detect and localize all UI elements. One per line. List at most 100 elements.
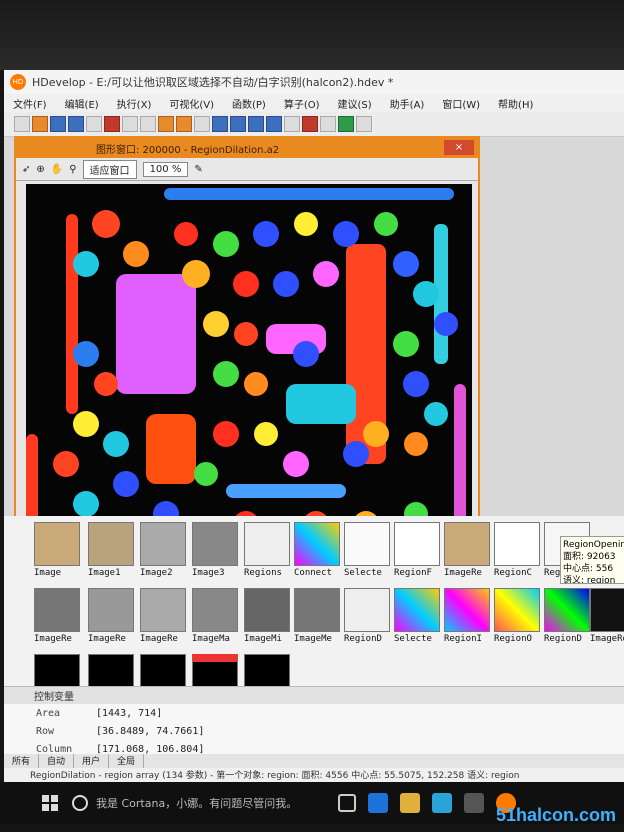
step-into-icon[interactable] (248, 116, 264, 132)
gallery-thumb[interactable]: ImageRe (88, 588, 134, 650)
title-bar[interactable]: HD HDevelop - E:/可以让他识取区域选择不自动/白字识别(halc… (4, 70, 624, 94)
gallery-thumb[interactable]: Image2 (140, 522, 186, 584)
gallery-thumb[interactable]: Regions (244, 522, 290, 584)
gallery-thumb[interactable]: Image3 (192, 522, 238, 584)
print-icon[interactable] (86, 116, 102, 132)
thumb-image (590, 588, 624, 632)
app-icon[interactable] (464, 793, 484, 813)
gallery-thumb[interactable]: RegionO (494, 588, 540, 650)
gallery-thumb[interactable]: Selecte (344, 522, 390, 584)
thumb-label: RegionC (494, 568, 532, 578)
redo-icon[interactable] (176, 116, 192, 132)
region-bar (226, 484, 346, 498)
gallery-thumb[interactable]: ImageRe (444, 522, 490, 584)
edge-icon[interactable] (368, 793, 388, 813)
region-blob (92, 210, 120, 238)
file-explorer-icon[interactable] (400, 793, 420, 813)
tab-all[interactable]: 所有 (4, 754, 40, 768)
paint-icon[interactable]: ✎ (194, 164, 202, 175)
menu-help[interactable]: 帮助(H) (489, 96, 542, 111)
variable-row[interactable]: Row [36.8489, 74.7661] (4, 722, 624, 740)
cortana-search[interactable]: 我是 Cortana，小娜。有问题尽管问我。 (72, 791, 332, 815)
region-tooltip: RegionOpening 面积: 92063 中心点: 556 语义: reg… (560, 536, 624, 584)
variable-name: Column (36, 743, 73, 755)
pointer-icon[interactable]: ➶ (22, 164, 30, 175)
region-bar (66, 214, 78, 414)
breakpoint-icon[interactable] (320, 116, 336, 132)
variable-tabs: 所有 自动 用户 全局 (4, 754, 624, 768)
paste-icon[interactable] (140, 116, 156, 132)
tab-auto[interactable]: 自动 (39, 754, 75, 768)
menu-procedures[interactable]: 函数(P) (223, 96, 275, 111)
menu-assistants[interactable]: 助手(A) (381, 96, 434, 111)
save-all-icon[interactable] (68, 116, 84, 132)
gallery-thumb[interactable]: RegionC (494, 522, 540, 584)
gallery-thumb[interactable]: ImageMa (192, 588, 238, 650)
run-icon[interactable] (212, 116, 228, 132)
open-file-icon[interactable] (32, 116, 48, 132)
gallery-thumb[interactable]: Image1 (88, 522, 134, 584)
fit-window-select[interactable]: 适应窗口 (82, 159, 137, 179)
region-blob (403, 371, 429, 397)
menu-file[interactable]: 文件(F) (4, 96, 56, 111)
settings-icon[interactable] (356, 116, 372, 132)
gallery-thumb[interactable]: Image (34, 522, 80, 584)
undo-icon[interactable] (158, 116, 174, 132)
reset-icon[interactable] (302, 116, 318, 132)
region-blob (424, 402, 448, 426)
step-out-icon[interactable] (266, 116, 282, 132)
menu-edit[interactable]: 编辑(E) (56, 96, 108, 111)
monitor-bezel (0, 0, 624, 70)
menu-operators[interactable]: 算子(O) (275, 96, 329, 111)
zoom-in-icon[interactable]: ⊕ (36, 164, 44, 175)
stop-icon[interactable] (284, 116, 300, 132)
gallery-thumb[interactable]: Selecte (394, 588, 440, 650)
gallery-thumb[interactable]: RegionD (544, 588, 590, 650)
thumb-image (444, 522, 490, 566)
gallery-thumb[interactable]: RegionD (344, 588, 390, 650)
tooltip-line: 语义: region (563, 576, 616, 584)
gallery-thumb[interactable]: Connect (294, 522, 340, 584)
region-blob (273, 271, 299, 297)
store-icon[interactable] (432, 793, 452, 813)
region-blob (404, 432, 428, 456)
copy-icon[interactable] (122, 116, 138, 132)
step-over-icon[interactable] (230, 116, 246, 132)
new-file-icon[interactable] (14, 116, 30, 132)
magnifier-icon[interactable]: ⚲ (69, 164, 76, 175)
tab-user[interactable]: 用户 (74, 754, 110, 768)
watermark-part: halcon (515, 805, 574, 825)
region-blob (233, 271, 259, 297)
zoom-select[interactable]: 100 % (142, 161, 189, 177)
gallery-thumb[interactable]: ImageRe (590, 588, 624, 650)
gallery-thumb[interactable]: ImageMe (294, 588, 340, 650)
menu-execute[interactable]: 执行(X) (108, 96, 161, 111)
variable-row[interactable]: Area [1443, 714] (4, 704, 624, 722)
menu-suggestions[interactable]: 建议(S) (329, 96, 381, 111)
thumb-image (494, 522, 540, 566)
cut-icon[interactable] (104, 116, 120, 132)
thumb-image (294, 522, 340, 566)
graphics-window-titlebar[interactable]: 图形窗口: 200000 - RegionDilation.a2 × (16, 138, 478, 158)
gallery-thumb[interactable]: RegionF (394, 522, 440, 584)
menu-visualize[interactable]: 可视化(V) (160, 96, 223, 111)
thumb-image (192, 588, 238, 632)
save-icon[interactable] (50, 116, 66, 132)
gallery-thumb[interactable]: ImageMi (244, 588, 290, 650)
close-button[interactable]: × (444, 140, 474, 155)
hand-icon[interactable]: ✋ (51, 164, 63, 175)
gallery-thumb[interactable]: RegionI (444, 588, 490, 650)
tab-global[interactable]: 全局 (109, 754, 145, 768)
task-view-icon[interactable] (338, 794, 356, 812)
region-blob (213, 421, 239, 447)
thumb-label: ImageRe (34, 634, 72, 644)
windows-start-icon[interactable] (42, 795, 58, 811)
thumb-label: Image (34, 568, 62, 578)
gallery-thumb[interactable]: ImageRe (140, 588, 186, 650)
menu-window[interactable]: 窗口(W) (433, 96, 489, 111)
thumb-label: RegionD (544, 634, 582, 644)
chart-icon[interactable] (338, 116, 354, 132)
gallery-thumb[interactable]: ImageRe (34, 588, 80, 650)
find-icon[interactable] (194, 116, 210, 132)
region-blob (94, 372, 118, 396)
